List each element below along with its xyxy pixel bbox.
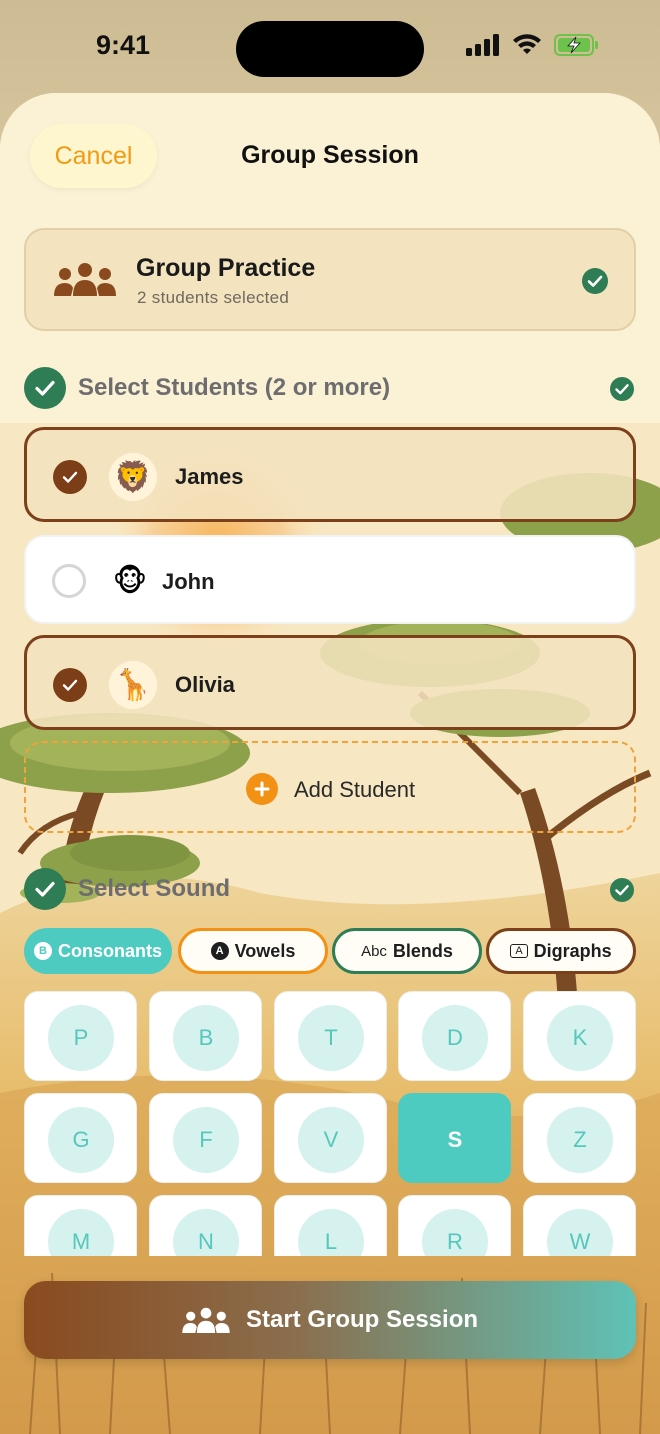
- monkey-avatar: 🐵: [112, 564, 148, 598]
- sound-section-header: Select Sound: [24, 868, 636, 910]
- tab-consonants[interactable]: B Consonants: [24, 928, 172, 974]
- sound-letter: F: [173, 1107, 239, 1173]
- sound-letter: D: [422, 1005, 488, 1071]
- giraffe-avatar: 🦒: [109, 661, 157, 709]
- sound-key-v[interactable]: V: [274, 1093, 387, 1183]
- group-icon: [182, 1307, 230, 1333]
- students-section-header: Select Students (2 or more): [24, 367, 636, 409]
- tab-label: Digraphs: [533, 940, 612, 961]
- student-name: John: [162, 569, 215, 594]
- sound-letter: L: [298, 1209, 364, 1256]
- vowels-badge-icon: A: [210, 942, 229, 960]
- student-row-james[interactable]: 🦁 James: [24, 427, 636, 522]
- group-icon: [54, 263, 116, 296]
- status-icons: [466, 34, 600, 56]
- start-button-label: Start Group Session: [245, 1306, 479, 1333]
- tab-label: Consonants: [57, 940, 162, 961]
- student-name: James: [175, 464, 244, 489]
- sound-key-d[interactable]: D: [398, 991, 511, 1081]
- sound-key-s-selected[interactable]: S: [398, 1093, 511, 1183]
- sound-letter: K: [547, 1005, 613, 1071]
- sound-key-r[interactable]: R: [398, 1195, 511, 1256]
- sound-key-l[interactable]: L: [274, 1195, 387, 1256]
- student-row-olivia[interactable]: 🦒 Olivia: [24, 635, 636, 730]
- sound-key-f[interactable]: F: [149, 1093, 262, 1183]
- plus-icon: [246, 773, 278, 805]
- check-circle-icon: [610, 377, 634, 401]
- blends-badge-icon: Abc: [361, 942, 387, 960]
- sound-letter: R: [422, 1209, 488, 1256]
- tab-blends[interactable]: Abc Blends: [332, 928, 482, 974]
- group-session-sheet: Cancel Group Session Group Practice 2 st…: [0, 93, 660, 1434]
- tab-label: Vowels: [234, 940, 296, 961]
- sound-category-tabs: B Consonants A Vowels Abc Blends A Digra…: [24, 928, 636, 974]
- sound-key-k[interactable]: K: [523, 991, 636, 1081]
- lion-avatar: 🦁: [109, 453, 157, 501]
- sound-letter: T: [298, 1005, 364, 1071]
- wifi-icon: [513, 34, 541, 54]
- sound-letter: S: [447, 1127, 463, 1152]
- check-circle-icon: [582, 268, 608, 294]
- student-row-john[interactable]: 🐵 John: [24, 535, 636, 624]
- students-section-label: Select Students (2 or more): [78, 374, 391, 401]
- student-checkbox[interactable]: [53, 460, 87, 494]
- sound-key-g[interactable]: G: [24, 1093, 137, 1183]
- status-bar: 9:41: [0, 0, 660, 96]
- status-time: 9:41: [96, 30, 151, 60]
- tab-label: Blends: [392, 940, 453, 961]
- dynamic-island: [236, 21, 424, 77]
- group-card-subtitle: 2 students selected: [137, 288, 290, 307]
- tab-digraphs[interactable]: A Digraphs: [486, 928, 636, 974]
- check-circle-icon: [610, 878, 634, 902]
- sound-key-t[interactable]: T: [274, 991, 387, 1081]
- group-card-title: Group Practice: [136, 254, 316, 282]
- add-student-label: Add Student: [294, 777, 416, 802]
- sound-key-w[interactable]: W: [523, 1195, 636, 1256]
- sound-key-z[interactable]: Z: [523, 1093, 636, 1183]
- start-group-session-button[interactable]: Start Group Session: [24, 1281, 636, 1359]
- sound-key-n[interactable]: N: [149, 1195, 262, 1256]
- sound-letter: P: [48, 1005, 114, 1071]
- group-practice-card[interactable]: Group Practice 2 students selected: [24, 228, 636, 331]
- section-check-icon: [24, 367, 66, 409]
- page-title: Group Session: [241, 141, 419, 169]
- sound-key-m[interactable]: M: [24, 1195, 137, 1256]
- battery-charging-icon: [554, 34, 598, 56]
- sound-key-b[interactable]: B: [149, 991, 262, 1081]
- consonants-badge-icon: B: [33, 942, 52, 960]
- sound-letter: Z: [547, 1107, 613, 1173]
- sound-letter: N: [173, 1209, 239, 1256]
- sound-letter: B: [173, 1005, 239, 1071]
- sound-letter: W: [547, 1209, 613, 1256]
- add-student-button[interactable]: Add Student: [24, 741, 636, 833]
- sound-grid: P B T D K G F V S Z M N L R W: [24, 991, 636, 1256]
- cellular-signal-icon: [466, 34, 499, 56]
- student-checkbox[interactable]: [52, 564, 86, 598]
- sound-key-p[interactable]: P: [24, 991, 137, 1081]
- section-check-icon: [24, 868, 66, 910]
- digraphs-badge-icon: A: [510, 944, 528, 958]
- sound-letter: V: [298, 1107, 364, 1173]
- student-name: Olivia: [175, 672, 235, 697]
- sound-letter: G: [48, 1107, 114, 1173]
- sound-letter: M: [48, 1209, 114, 1256]
- sound-section-label: Select Sound: [78, 875, 231, 902]
- tab-vowels[interactable]: A Vowels: [178, 928, 328, 974]
- student-checkbox[interactable]: [53, 668, 87, 702]
